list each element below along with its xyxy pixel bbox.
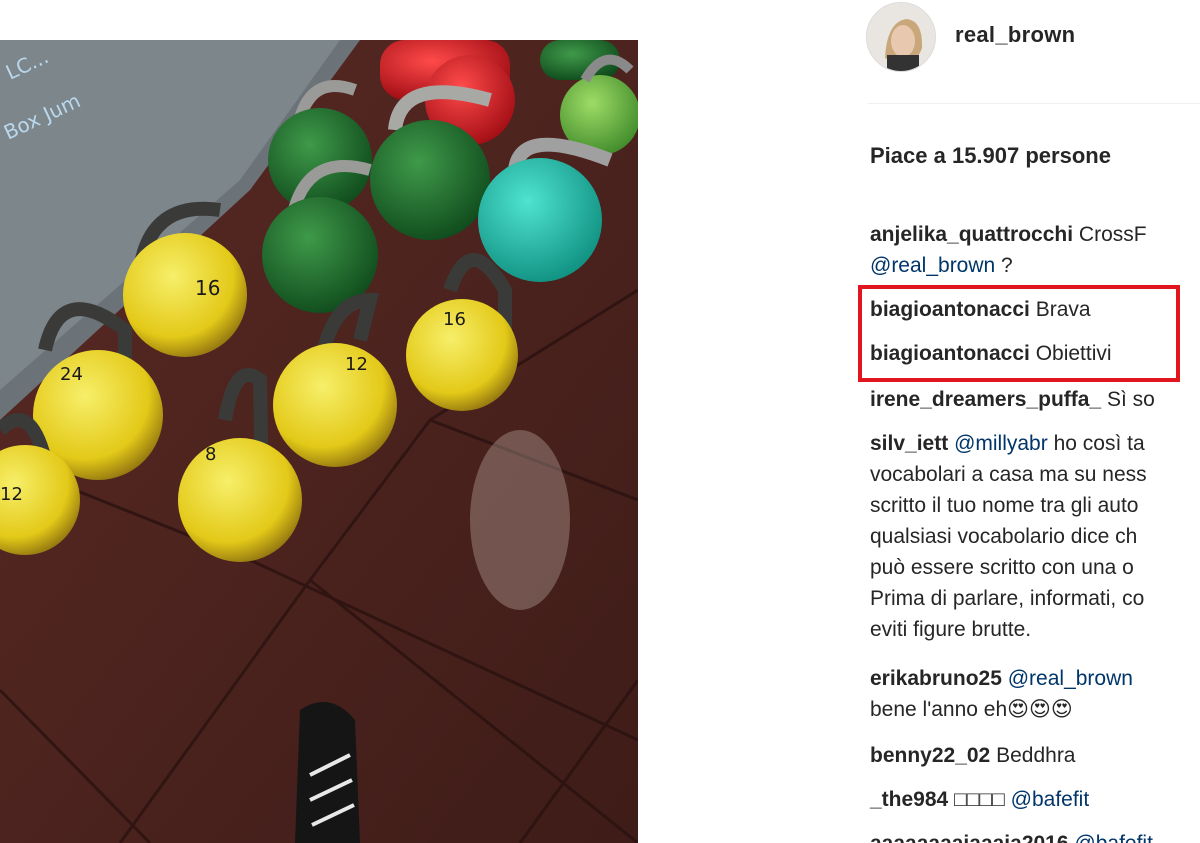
comment-text: Sì so: [1106, 388, 1155, 411]
divider: [868, 103, 1200, 104]
kettlebell-weight-4: 12: [345, 354, 368, 375]
comment-text: □□□□: [954, 788, 1011, 811]
comment-user[interactable]: silv_iett: [870, 432, 948, 455]
post-username[interactable]: real_brown: [955, 22, 1075, 48]
comment-text: Obiettivi: [1035, 342, 1112, 365]
comment-text: Prima di parlare, informati, co: [870, 587, 1145, 610]
comment-user[interactable]: biagioantonacci: [870, 342, 1030, 365]
post-photo: LC... Box Jum 16 16 24 12 8 12: [0, 40, 638, 843]
comment-user[interactable]: erikabruno25: [870, 667, 1002, 690]
kettlebell-weight-2: 16: [443, 309, 466, 330]
comment: irene_dreamers_puffa_ Sì so: [870, 384, 1200, 415]
post-info-panel: real_brown Piace a 15.907 persone anjeli…: [838, 0, 1200, 843]
comment: erikabruno25 @real_brown bene l'anno eh😍…: [870, 663, 1200, 725]
comment-text: scritto il tuo nome tra gli auto: [870, 494, 1139, 517]
comment-user[interactable]: biagioantonacci: [870, 298, 1030, 321]
comment-text: ?: [995, 254, 1013, 277]
comment-text: vocabolari a casa ma su ness: [870, 463, 1147, 486]
comment-user[interactable]: irene_dreamers_puffa_: [870, 388, 1101, 411]
kettlebell-weight-5: 8: [205, 444, 216, 465]
comment-text: ho così ta: [1047, 432, 1145, 455]
kettlebell-weight-3: 24: [60, 364, 83, 385]
comment-mention[interactable]: @real_brown: [1008, 667, 1133, 690]
comment-highlighted: biagioantonacci Brava: [870, 294, 1200, 325]
comment-text: Brava: [1035, 298, 1091, 321]
comment-user[interactable]: anjelika_quattrocchi: [870, 223, 1073, 246]
comment-text: CrossF: [1078, 223, 1147, 246]
kettlebell-weight-1: 16: [195, 276, 220, 300]
shoe: [295, 702, 360, 843]
comment-text: bene l'anno eh😍😍😍: [870, 698, 1073, 721]
comment: anjelika_quattrocchi CrossF @real_brown …: [870, 219, 1200, 281]
comment: benny22_02 Beddhra: [870, 740, 1200, 771]
avatar[interactable]: [866, 2, 936, 72]
comment: aaaaaaaajaaaja2016 @bafefit: [870, 828, 1200, 843]
comment-highlighted: biagioantonacci Obiettivi: [870, 338, 1200, 369]
comment-text: può essere scritto con una o: [870, 556, 1134, 579]
comment: _the984 □□□□ @bafefit: [870, 784, 1200, 815]
comment-user[interactable]: _the984: [870, 788, 948, 811]
comment-text: eviti figure brutte.: [870, 618, 1032, 641]
kettlebell-weight-6: 12: [0, 484, 23, 505]
comment-mention[interactable]: @bafefit: [1011, 788, 1090, 811]
comment-mention[interactable]: @millyabr: [954, 432, 1048, 455]
comment-mention[interactable]: @bafefit: [1074, 832, 1153, 843]
likes-count[interactable]: Piace a 15.907 persone: [870, 143, 1111, 169]
comment-user[interactable]: benny22_02: [870, 744, 990, 767]
comment-text: Beddhra: [996, 744, 1076, 767]
comment: silv_iett @millyabr ho così ta vocabolar…: [870, 428, 1200, 645]
comment-user[interactable]: aaaaaaaajaaaja2016: [870, 832, 1069, 843]
comment-mention[interactable]: @real_brown: [870, 254, 995, 277]
post-header: real_brown: [866, 2, 1200, 72]
comment-text: qualsiasi vocabolario dice ch: [870, 525, 1138, 548]
